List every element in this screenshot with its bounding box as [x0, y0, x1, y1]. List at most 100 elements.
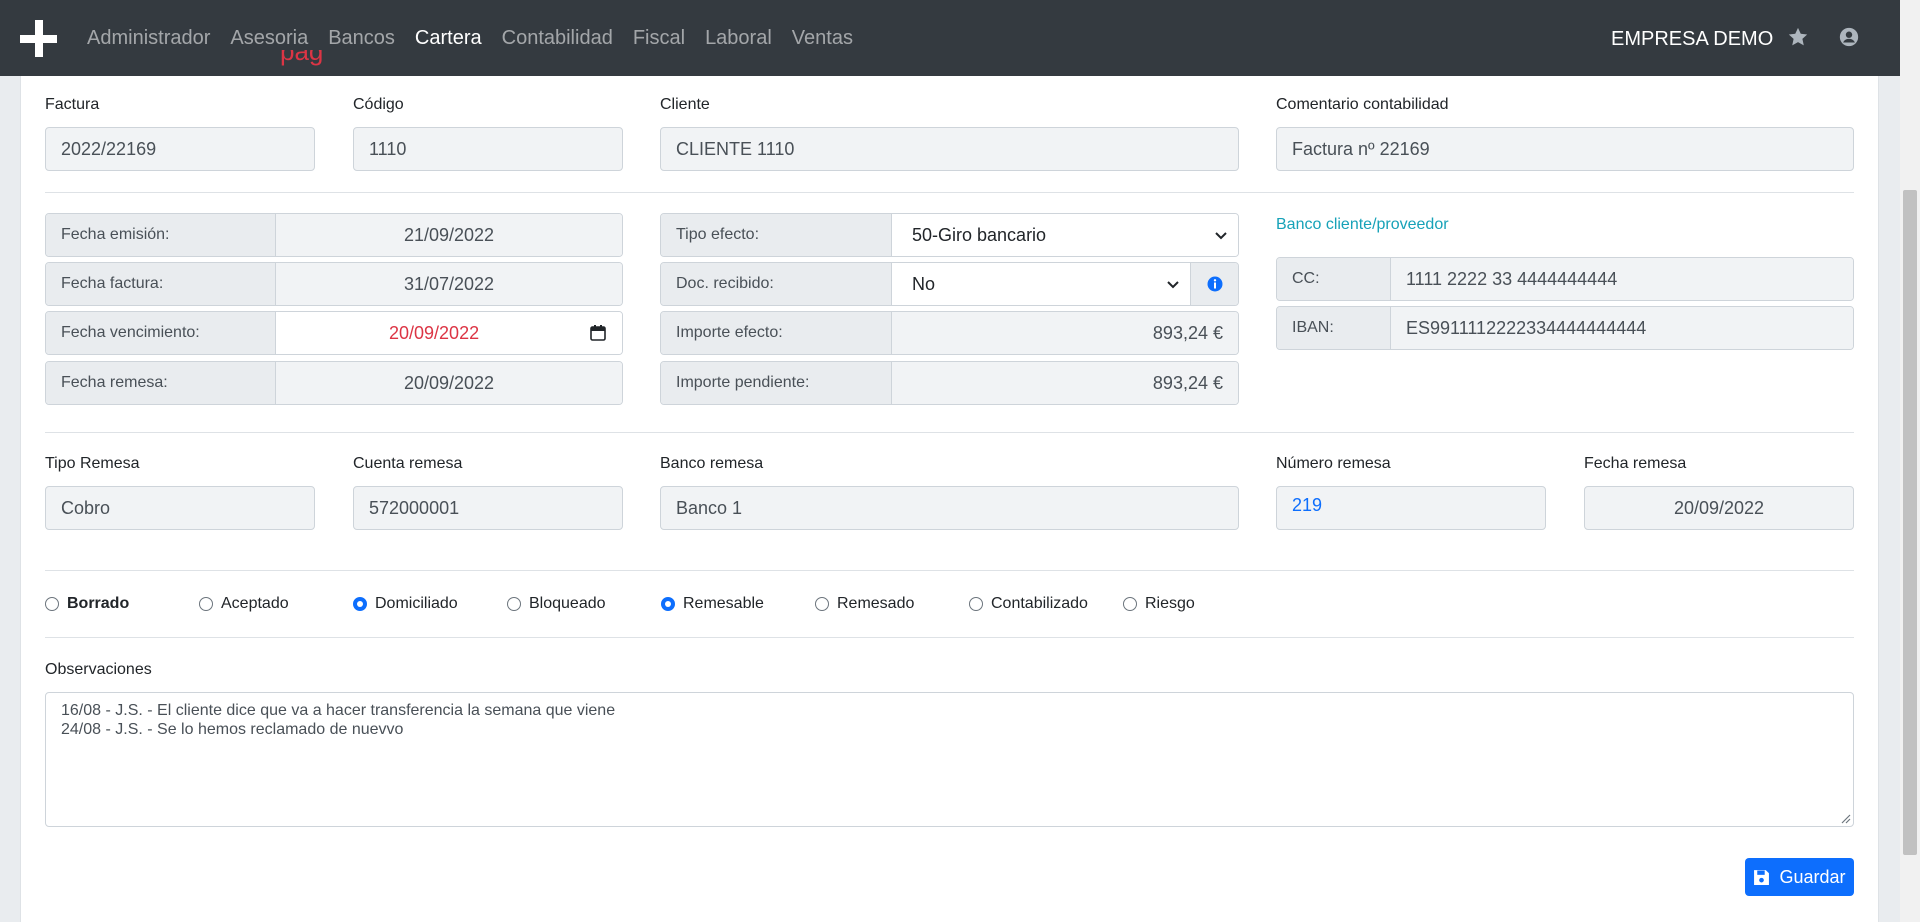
status-bloqueado-label: Bloqueado — [529, 595, 606, 612]
observaciones-label: Observaciones — [45, 661, 152, 678]
fecha-factura-field[interactable]: 31/07/2022 — [276, 263, 622, 305]
radio-borrado[interactable] — [45, 597, 59, 611]
fecha-vencimiento-input[interactable]: 20/09/2022 — [276, 312, 622, 354]
status-remesado[interactable]: Remesado — [815, 594, 914, 614]
cuenta-remesa-label: Cuenta remesa — [353, 455, 463, 472]
plus-logo-icon[interactable] — [20, 20, 57, 57]
status-domiciliado[interactable]: Domiciliado — [353, 594, 458, 614]
fecha-remesa-group: Fecha remesa: 20/09/2022 — [45, 361, 623, 405]
banco-remesa-field[interactable]: Banco 1 — [660, 486, 1239, 530]
observacion-line: 16/08 - J.S. - El cliente dice que va a … — [61, 702, 616, 719]
fecha-factura-group: Fecha factura: 31/07/2022 — [45, 262, 623, 306]
tipo-remesa-field[interactable]: Cobro — [45, 486, 315, 530]
resize-handle-icon[interactable] — [1841, 814, 1851, 824]
importe-efecto-group: Importe efecto: 893,24 € — [660, 311, 1239, 355]
radio-riesgo[interactable] — [1123, 597, 1137, 611]
save-button-label: Guardar — [1779, 866, 1846, 887]
radio-aceptado[interactable] — [199, 597, 213, 611]
tipo-remesa-label: Tipo Remesa — [45, 455, 140, 472]
tipo-efecto-select[interactable]: 50-Giro bancario — [892, 214, 1238, 256]
codigo-label: Código — [353, 96, 404, 113]
banco-cliente-link[interactable]: Banco cliente/proveedor — [1276, 216, 1449, 234]
doc-recibido-label: Doc. recibido: — [661, 263, 892, 305]
status-remesado-label: Remesado — [837, 595, 915, 612]
comentario-field[interactable]: Factura nº 22169 — [1276, 127, 1854, 171]
user-icon[interactable] — [1838, 26, 1860, 48]
numero-remesa-label: Número remesa — [1276, 455, 1391, 472]
fecha-factura-label: Fecha factura: — [46, 263, 276, 305]
menu-item-ventas[interactable]: Ventas — [792, 27, 853, 50]
doc-recibido-select[interactable]: No — [892, 263, 1190, 305]
tipo-efecto-group: Tipo efecto: 50-Giro bancario — [660, 213, 1239, 257]
tipo-efecto-value: 50-Giro bancario — [912, 224, 1047, 245]
main-menu: Administrador Asesoria Bancos Cartera Co… — [87, 0, 873, 76]
cc-field[interactable]: 1111 2222 33 4444444444 — [1391, 258, 1853, 300]
iban-group: IBAN: ES9911112222334444444444 — [1276, 306, 1854, 350]
status-contabilizado-label: Contabilizado — [991, 595, 1088, 612]
status-borrado[interactable]: Borrado — [45, 594, 129, 614]
fecha-emision-group: Fecha emisión: 21/09/2022 — [45, 213, 623, 257]
fecha-remesa-label: Fecha remesa: — [46, 362, 276, 404]
fecha-remesa-top-label: Fecha remesa — [1584, 455, 1687, 472]
factura-field[interactable]: 2022/22169 — [45, 127, 315, 171]
menu-item-fiscal[interactable]: Fiscal — [633, 27, 685, 50]
star-icon[interactable] — [1787, 26, 1809, 48]
codigo-field[interactable]: 1110 — [353, 127, 623, 171]
radio-bloqueado[interactable] — [507, 597, 521, 611]
fecha-emision-label: Fecha emisión: — [46, 214, 276, 256]
status-contabilizado[interactable]: Contabilizado — [969, 594, 1088, 614]
menu-item-bancos[interactable]: Bancos — [328, 27, 395, 50]
menu-item-contabilidad[interactable]: Contabilidad — [502, 27, 613, 50]
menu-item-cartera[interactable]: Cartera — [415, 27, 482, 50]
observaciones-textarea[interactable]: 16/08 - J.S. - El cliente dice que va a … — [45, 692, 1854, 827]
fecha-vencimiento-value: 20/09/2022 — [389, 322, 480, 343]
calendar-icon[interactable] — [590, 325, 606, 341]
scrollbar-thumb[interactable] — [1903, 190, 1917, 855]
divider — [45, 432, 1854, 433]
doc-recibido-group: Doc. recibido: No — [660, 262, 1239, 306]
cc-label: CC: — [1277, 258, 1391, 300]
status-aceptado[interactable]: Aceptado — [199, 594, 289, 614]
menu-item-laboral[interactable]: Laboral — [705, 27, 772, 50]
tipo-efecto-label: Tipo efecto: — [661, 214, 892, 256]
radio-contabilizado[interactable] — [969, 597, 983, 611]
radio-remesable[interactable] — [661, 597, 675, 611]
fecha-vencimiento-group: Fecha vencimiento: 20/09/2022 — [45, 311, 623, 355]
fecha-emision-field[interactable]: 21/09/2022 — [276, 214, 622, 256]
fecha-remesa-top-field[interactable]: 20/09/2022 — [1584, 486, 1854, 530]
menu-item-administrador[interactable]: Administrador — [87, 27, 210, 50]
iban-field[interactable]: ES9911112222334444444444 — [1391, 307, 1853, 349]
doc-recibido-value: No — [912, 273, 936, 294]
status-remesable[interactable]: Remesable — [661, 594, 764, 614]
numero-remesa-link[interactable]: 219 — [1276, 486, 1546, 530]
status-riesgo-label: Riesgo — [1145, 595, 1195, 612]
divider — [45, 192, 1854, 193]
menu-item-asesoria[interactable]: Asesoria — [230, 27, 308, 50]
importe-pendiente-label: Importe pendiente: — [661, 362, 892, 404]
importe-efecto-field[interactable]: 893,24 € — [892, 312, 1238, 354]
banco-remesa-label: Banco remesa — [660, 455, 764, 472]
chevron-down-icon — [1167, 281, 1179, 289]
cuenta-remesa-field[interactable]: 572000001 — [353, 486, 623, 530]
status-bloqueado[interactable]: Bloqueado — [507, 594, 606, 614]
divider — [45, 637, 1854, 638]
page-title-partial: pag — [280, 50, 324, 66]
cliente-label: Cliente — [660, 96, 710, 113]
info-icon — [1207, 276, 1222, 292]
save-button[interactable]: Guardar — [1745, 858, 1854, 896]
company-name[interactable]: EMPRESA DEMO — [1611, 28, 1773, 51]
floppy-disk-icon — [1754, 869, 1770, 885]
status-riesgo[interactable]: Riesgo — [1123, 594, 1195, 614]
radio-remesado[interactable] — [815, 597, 829, 611]
cliente-field[interactable]: CLIENTE 1110 — [660, 127, 1239, 171]
importe-pendiente-group: Importe pendiente: 893,24 € — [660, 361, 1239, 405]
cc-group: CC: 1111 2222 33 4444444444 — [1276, 257, 1854, 301]
radio-domiciliado[interactable] — [353, 597, 367, 611]
comentario-label: Comentario contabilidad — [1276, 96, 1449, 113]
observacion-line: 24/08 - J.S. - Se lo hemos reclamado de … — [61, 721, 404, 738]
doc-info-button[interactable] — [1190, 263, 1238, 305]
fecha-remesa-field[interactable]: 20/09/2022 — [276, 362, 622, 404]
iban-label: IBAN: — [1277, 307, 1391, 349]
chevron-down-icon — [1215, 232, 1227, 240]
importe-pendiente-field[interactable]: 893,24 € — [892, 362, 1238, 404]
